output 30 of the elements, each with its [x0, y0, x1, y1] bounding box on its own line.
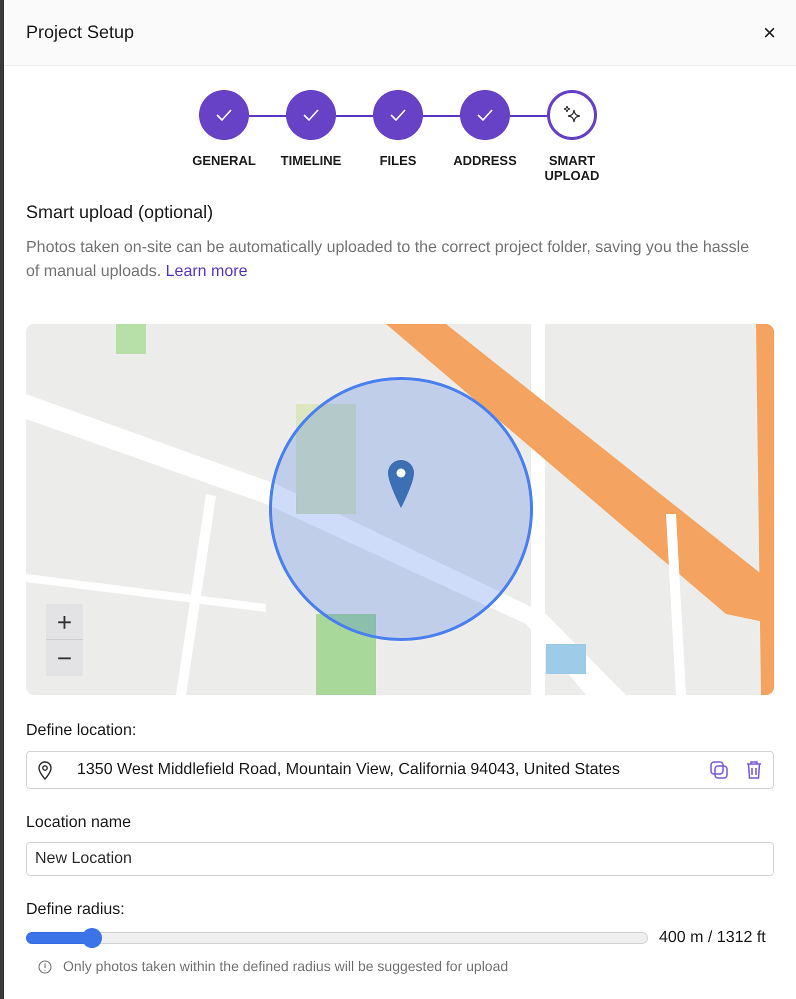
check-icon — [302, 108, 320, 122]
map-pin-icon — [387, 459, 415, 509]
dialog-title: Project Setup — [26, 21, 134, 44]
step-label: GENERAL — [191, 153, 257, 168]
zoom-out-button[interactable]: − — [46, 640, 83, 676]
radius-slider[interactable] — [26, 928, 648, 948]
trash-icon[interactable] — [745, 760, 763, 780]
field-label: Location name — [26, 813, 132, 833]
step-label: FILES — [378, 153, 418, 168]
hint-text: Only photos taken within the defined radius will be suggested for upload — [63, 957, 508, 976]
step-label: TIMELINE — [280, 153, 342, 168]
check-icon — [215, 108, 233, 122]
zoom-in-button[interactable]: + — [46, 604, 83, 640]
description-text: Photos taken on-site can be automatically uploaded to the correct project folder, saving you the hassle of manual uploads. Learn more — [26, 238, 750, 282]
location-name-field[interactable]: New Location — [26, 842, 774, 876]
check-icon — [476, 108, 494, 122]
check-icon — [389, 108, 407, 122]
copy-icon[interactable] — [709, 760, 729, 780]
field-label: Define location: — [26, 721, 138, 741]
learn-more-link[interactable]: Learn more — [166, 263, 248, 280]
location-field[interactable]: 1350 West Middlefield Road, Mountain View, California 94043, United States — [26, 751, 774, 789]
section-heading: Smart upload (optional) — [26, 201, 214, 224]
step-label: ADDRESS — [452, 153, 518, 168]
info-icon — [38, 960, 52, 974]
close-button[interactable]: × — [759, 22, 780, 44]
field-label: Define radius: — [26, 900, 126, 920]
radius-reading: 400 m / 1312 ft — [659, 928, 766, 948]
location-pin-icon — [37, 760, 53, 780]
step-label: SMART UPLOAD — [544, 153, 600, 183]
slider-thumb[interactable] — [82, 928, 102, 948]
